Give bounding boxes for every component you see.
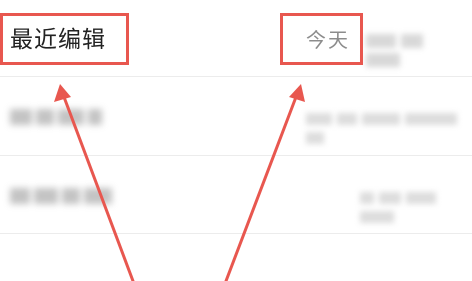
date-highlight-box [280,13,363,65]
blurred-item-detail [306,108,472,146]
title-highlight-box [0,13,129,65]
recent-edits-screen: 最近编辑 今天 [0,0,472,281]
divider [0,155,472,156]
blurred-date-detail [366,30,466,67]
blurred-item-detail [360,187,472,225]
blurred-item-title [10,106,106,125]
divider [0,76,472,77]
divider [0,233,472,234]
list-item[interactable] [0,78,472,144]
list-item[interactable] [0,157,472,223]
blurred-item-title [10,185,116,204]
